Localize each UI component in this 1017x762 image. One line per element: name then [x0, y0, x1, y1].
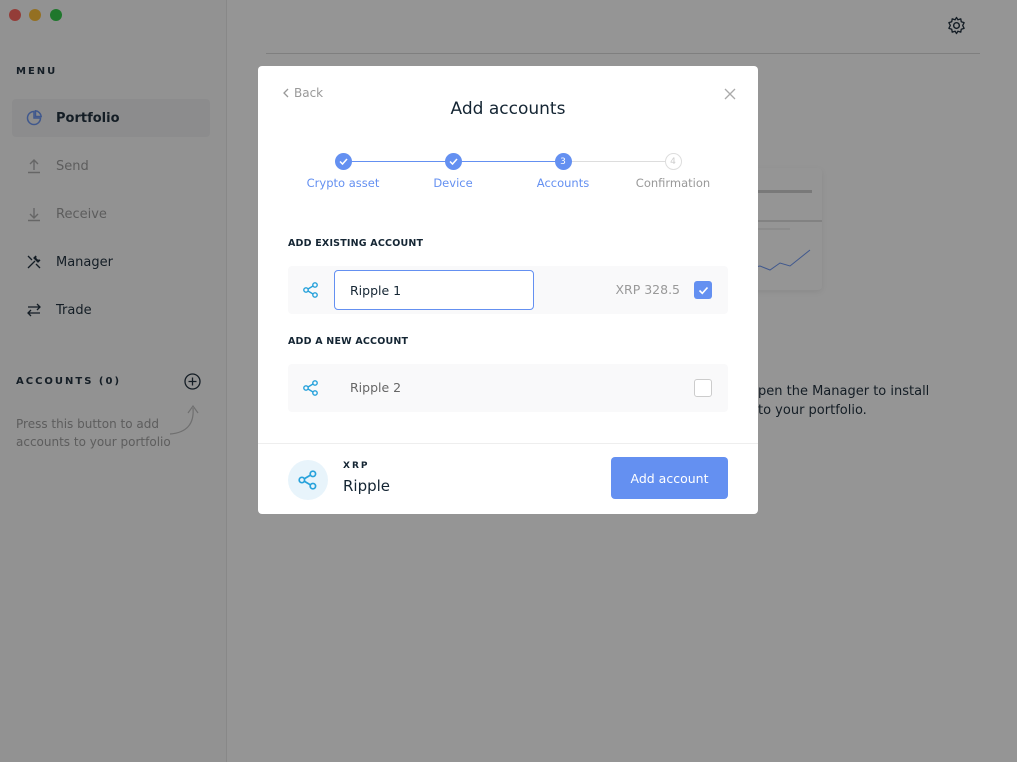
step-device: Device [398, 153, 508, 190]
xrp-icon [298, 470, 317, 490]
new-account-title: ADD A NEW ACCOUNT [288, 336, 409, 347]
check-icon [698, 286, 708, 294]
account-name-input[interactable] [334, 270, 534, 310]
check-icon [334, 153, 352, 170]
new-account-row[interactable]: Ripple 2 [288, 364, 728, 412]
add-accounts-modal: Back Add accounts Crypto asset Device 3 … [258, 66, 758, 514]
check-icon [444, 153, 462, 170]
step-number: 3 [554, 153, 572, 170]
modal-title: Add accounts [450, 99, 566, 119]
step-label: Accounts [536, 176, 590, 190]
coin-badge [288, 460, 328, 500]
coin-ticker: XRP [343, 461, 370, 471]
existing-account-row[interactable]: XRP 328.5 [288, 266, 728, 314]
back-button[interactable]: Back [282, 86, 323, 100]
account-balance: XRP 328.5 [615, 282, 680, 297]
add-account-button[interactable]: Add account [611, 457, 728, 499]
step-crypto-asset: Crypto asset [288, 153, 398, 190]
new-account-checkbox[interactable] [694, 379, 712, 397]
stepper: Crypto asset Device 3 Accounts 4 Confirm… [258, 153, 758, 203]
xrp-icon [303, 380, 318, 396]
step-label: Crypto asset [306, 176, 380, 190]
coin-name: Ripple [343, 477, 391, 495]
existing-account-title: ADD EXISTING ACCOUNT [288, 238, 424, 249]
xrp-icon [303, 282, 318, 298]
existing-account-checkbox[interactable] [694, 281, 712, 299]
step-label: Device [433, 176, 473, 190]
step-label: Confirmation [635, 176, 711, 190]
back-label: Back [294, 86, 324, 100]
chevron-left-icon [283, 88, 289, 98]
step-accounts: 3 Accounts [508, 153, 618, 190]
step-number: 4 [664, 153, 682, 170]
app-window: MENU Portfolio Send Receive Manager Trad… [0, 0, 1017, 762]
modal-footer: XRP Ripple Add account [258, 443, 758, 514]
step-confirmation: 4 Confirmation [618, 153, 728, 190]
account-name: Ripple 2 [350, 380, 402, 395]
